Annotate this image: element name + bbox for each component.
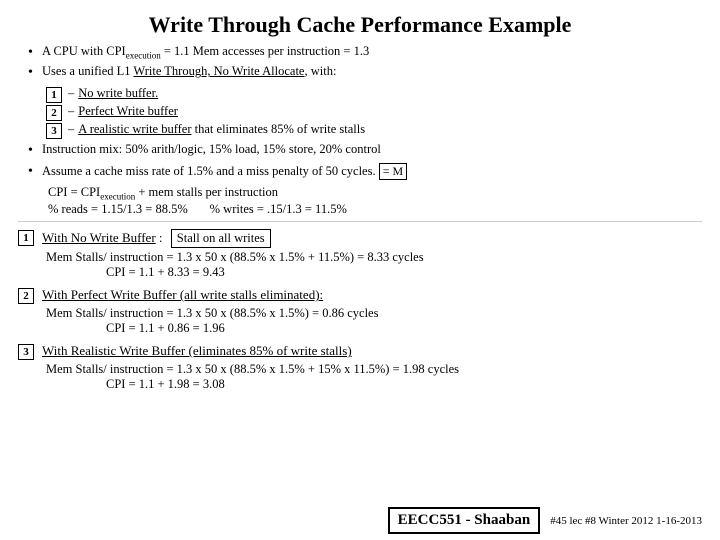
section-1: 1 With No Write Buffer : Stall on all wr… <box>18 229 702 280</box>
bullet-1: • A CPU with CPIexecution = 1.1 Mem acce… <box>28 44 702 62</box>
section-2-line-2: CPI = 1.1 + 0.86 = 1.96 <box>106 321 702 336</box>
m-box: = M <box>379 163 407 180</box>
formula-cpi: CPI = CPIexecution + mem stalls per inst… <box>48 185 702 202</box>
numbered-list: 1 – No write buffer. 2 – Perfect Write b… <box>46 86 702 139</box>
section-1-line-2: CPI = 1.1 + 8.33 = 9.43 <box>106 265 702 280</box>
page: { "title": "Write Through Cache Performa… <box>0 0 720 540</box>
footer-info: #45 lec #8 Winter 2012 1-16-2013 <box>550 515 702 527</box>
section-3-line-2: CPI = 1.1 + 1.98 = 3.08 <box>106 377 702 392</box>
bullet-3: • Instruction mix: 50% arith/logic, 15% … <box>28 142 702 160</box>
page-title: Write Through Cache Performance Example <box>18 12 702 38</box>
section-1-line-1: Mem Stalls/ instruction = 1.3 x 50 x (88… <box>46 250 702 265</box>
numbered-item-3: 3 – A realistic write buffer that elimin… <box>46 122 702 139</box>
section-2: 2 With Perfect Write Buffer (all write s… <box>18 287 702 336</box>
eecc-label: EECC551 - Shaaban <box>388 507 541 534</box>
numbered-item-1: 1 – No write buffer. <box>46 86 702 103</box>
bullet-2: • Uses a unified L1 Write Through, No Wr… <box>28 64 702 82</box>
footer: EECC551 - Shaaban #45 lec #8 Winter 2012… <box>388 507 702 534</box>
formula-reads-writes: % reads = 1.15/1.3 = 88.5% % writes = .1… <box>48 202 702 217</box>
section-2-line-1: Mem Stalls/ instruction = 1.3 x 50 x (88… <box>46 306 702 321</box>
section-3: 3 With Realistic Write Buffer (eliminate… <box>18 343 702 392</box>
numbered-item-2: 2 – Perfect Write buffer <box>46 104 702 121</box>
bullet-4: • Assume a cache miss rate of 1.5% and a… <box>28 163 702 181</box>
section-3-line-1: Mem Stalls/ instruction = 1.3 x 50 x (88… <box>46 362 702 377</box>
stall-box: Stall on all writes <box>171 229 271 248</box>
